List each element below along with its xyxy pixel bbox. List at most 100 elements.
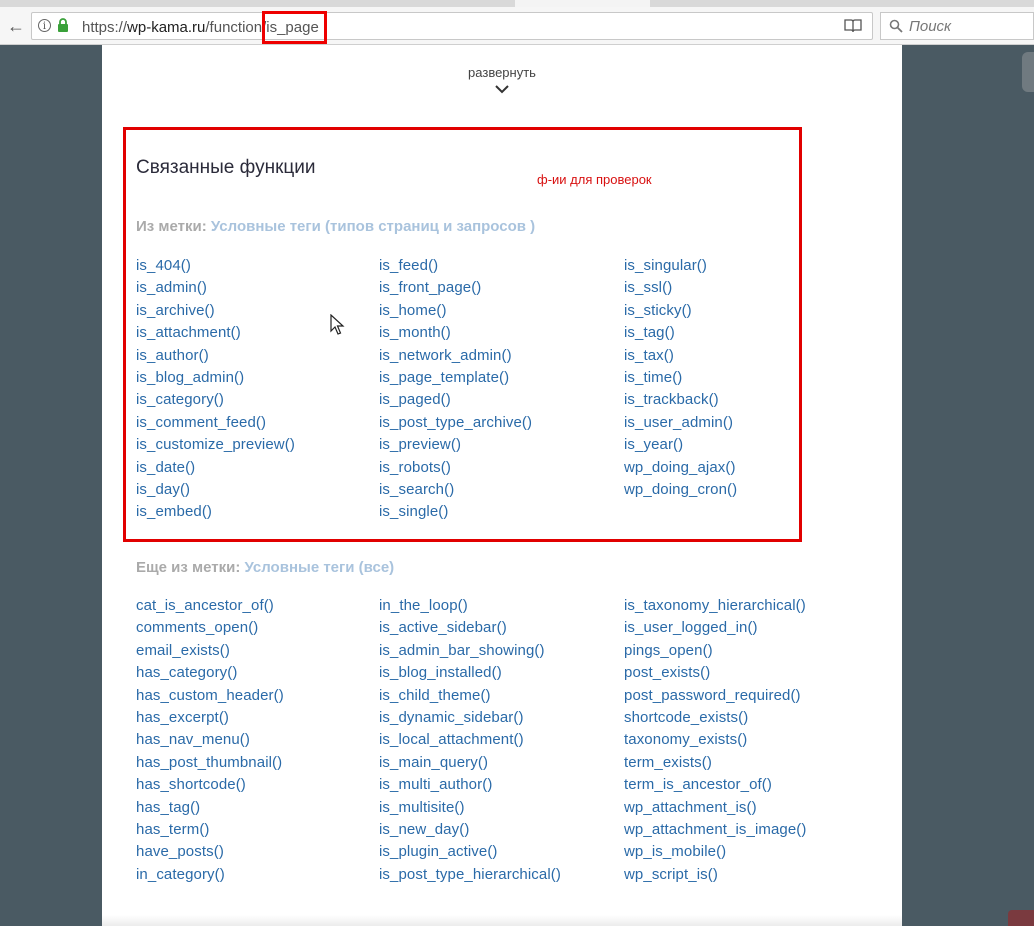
function-link[interactable]: in_category() (136, 864, 376, 886)
function-link[interactable]: has_term() (136, 819, 376, 841)
function-link[interactable]: is_local_attachment() (379, 729, 619, 751)
function-link[interactable]: is_tax() (624, 345, 864, 367)
function-link[interactable]: is_admin_bar_showing() (379, 640, 619, 662)
function-link[interactable]: cat_is_ancestor_of() (136, 595, 376, 617)
corner-badge (1008, 910, 1034, 926)
lock-icon (58, 18, 68, 32)
search-placeholder: Поиск (909, 18, 952, 35)
function-link[interactable]: is_paged() (379, 389, 619, 411)
function-link[interactable]: have_posts() (136, 841, 376, 863)
function-link[interactable]: wp_attachment_is() (624, 797, 864, 819)
function-link[interactable]: is_plugin_active() (379, 841, 619, 863)
address-bar[interactable]: i https://wp-kama.ru/function/is_page ↻ (31, 12, 894, 40)
function-link[interactable]: is_comment_feed() (136, 412, 376, 434)
function-link[interactable]: has_nav_menu() (136, 729, 376, 751)
function-link[interactable]: term_exists() (624, 752, 864, 774)
column-2: is_feed() is_front_page() is_home() is_mont… (379, 255, 619, 524)
function-link[interactable]: has_custom_header() (136, 685, 376, 707)
function-link[interactable]: is_month() (379, 322, 619, 344)
function-link[interactable]: has_category() (136, 662, 376, 684)
function-link[interactable]: is_blog_admin() (136, 367, 376, 389)
function-link[interactable]: is_multisite() (379, 797, 619, 819)
function-link[interactable]: is_customize_preview() (136, 434, 376, 456)
function-link[interactable]: is_singular() (624, 255, 864, 277)
function-link[interactable]: wp_doing_ajax() (624, 457, 864, 479)
function-link[interactable]: in_the_loop() (379, 595, 619, 617)
function-link[interactable]: is_robots() (379, 457, 619, 479)
bottom-fade (102, 915, 902, 926)
function-link[interactable]: wp_attachment_is_image() (624, 819, 864, 841)
function-link[interactable]: term_is_ancestor_of() (624, 774, 864, 796)
function-link[interactable]: has_excerpt() (136, 707, 376, 729)
function-link[interactable]: is_new_day() (379, 819, 619, 841)
function-link[interactable]: is_active_sidebar() (379, 617, 619, 639)
function-link[interactable]: is_date() (136, 457, 376, 479)
function-link[interactable]: is_user_logged_in() (624, 617, 864, 639)
function-link[interactable]: is_404() (136, 255, 376, 277)
tag-line: Из метки: Условные теги (типов страниц и… (136, 218, 536, 235)
function-link[interactable]: is_sticky() (624, 300, 864, 322)
function-link[interactable]: is_post_type_archive() (379, 412, 619, 434)
column-3: is_singular() is_ssl() is_sticky() is_tag()… (624, 255, 864, 501)
function-link[interactable]: is_time() (624, 367, 864, 389)
column-1: cat_is_ancestor_of() comments_open() email… (136, 595, 376, 886)
url-highlight-box (262, 11, 327, 44)
reader-view-icon[interactable] (844, 19, 862, 33)
function-link[interactable]: post_password_required() (624, 685, 864, 707)
function-link[interactable]: email_exists() (136, 640, 376, 662)
function-link[interactable]: wp_is_mobile() (624, 841, 864, 863)
function-link[interactable]: is_user_admin() (624, 412, 864, 434)
function-link[interactable]: is_ssl() (624, 277, 864, 299)
search-field[interactable]: Поиск (880, 12, 1034, 40)
function-link[interactable]: is_embed() (136, 501, 376, 523)
function-link[interactable]: is_main_query() (379, 752, 619, 774)
function-link[interactable]: taxonomy_exists() (624, 729, 864, 751)
tag-link[interactable]: Условные теги (все) (245, 559, 395, 576)
function-link[interactable]: is_home() (379, 300, 619, 322)
function-link[interactable]: is_category() (136, 389, 376, 411)
function-link[interactable]: is_network_admin() (379, 345, 619, 367)
function-link[interactable]: is_preview() (379, 434, 619, 456)
tab-strip (0, 0, 1034, 7)
function-link[interactable]: is_taxonomy_hierarchical() (624, 595, 864, 617)
function-link[interactable]: has_shortcode() (136, 774, 376, 796)
function-link[interactable]: is_dynamic_sidebar() (379, 707, 619, 729)
function-link[interactable]: is_tag() (624, 322, 864, 344)
side-widget (1022, 52, 1034, 92)
function-link[interactable]: is_author() (136, 345, 376, 367)
tag-link[interactable]: Условные теги (типов страниц и запросов … (211, 218, 535, 235)
function-link[interactable]: is_year() (624, 434, 864, 456)
info-icon[interactable]: i (38, 19, 51, 32)
chevron-down-icon[interactable] (495, 83, 509, 95)
function-link[interactable]: is_post_type_hierarchical() (379, 864, 619, 886)
function-link[interactable]: wp_script_is() (624, 864, 864, 886)
expand-link[interactable]: развернуть (102, 65, 902, 80)
function-link[interactable]: comments_open() (136, 617, 376, 639)
annotation-note: ф-ии для проверок (537, 172, 652, 187)
function-link[interactable]: is_single() (379, 501, 619, 523)
function-link[interactable]: is_child_theme() (379, 685, 619, 707)
function-link[interactable]: shortcode_exists() (624, 707, 864, 729)
function-link[interactable]: has_tag() (136, 797, 376, 819)
browser-toolbar: ← i https://wp-kama.ru/function/is_page … (0, 7, 1034, 45)
function-link[interactable]: is_blog_installed() (379, 662, 619, 684)
function-link[interactable]: is_page_template() (379, 367, 619, 389)
column-1: is_404() is_admin() is_archive() is_attachm… (136, 255, 376, 524)
function-link[interactable]: has_post_thumbnail() (136, 752, 376, 774)
function-link[interactable]: pings_open() (624, 640, 864, 662)
function-link[interactable]: is_multi_author() (379, 774, 619, 796)
column-3: is_taxonomy_hierarchical() is_user_logged… (624, 595, 864, 886)
back-arrow-icon[interactable]: ← (4, 14, 28, 38)
page-content: развернуть Связанные функции ф-ии для пр… (102, 45, 902, 926)
function-link[interactable]: post_exists() (624, 662, 864, 684)
function-link[interactable]: is_feed() (379, 255, 619, 277)
function-link[interactable]: is_search() (379, 479, 619, 501)
function-link[interactable]: is_trackback() (624, 389, 864, 411)
section-title: Связанные функции (136, 157, 316, 178)
function-link[interactable]: wp_doing_cron() (624, 479, 864, 501)
active-tab[interactable] (515, 0, 650, 7)
function-link[interactable]: is_day() (136, 479, 376, 501)
function-link[interactable]: is_front_page() (379, 277, 619, 299)
tag-line-more: Еще из метки: Условные теги (все) (136, 559, 395, 576)
function-link[interactable]: is_admin() (136, 277, 376, 299)
